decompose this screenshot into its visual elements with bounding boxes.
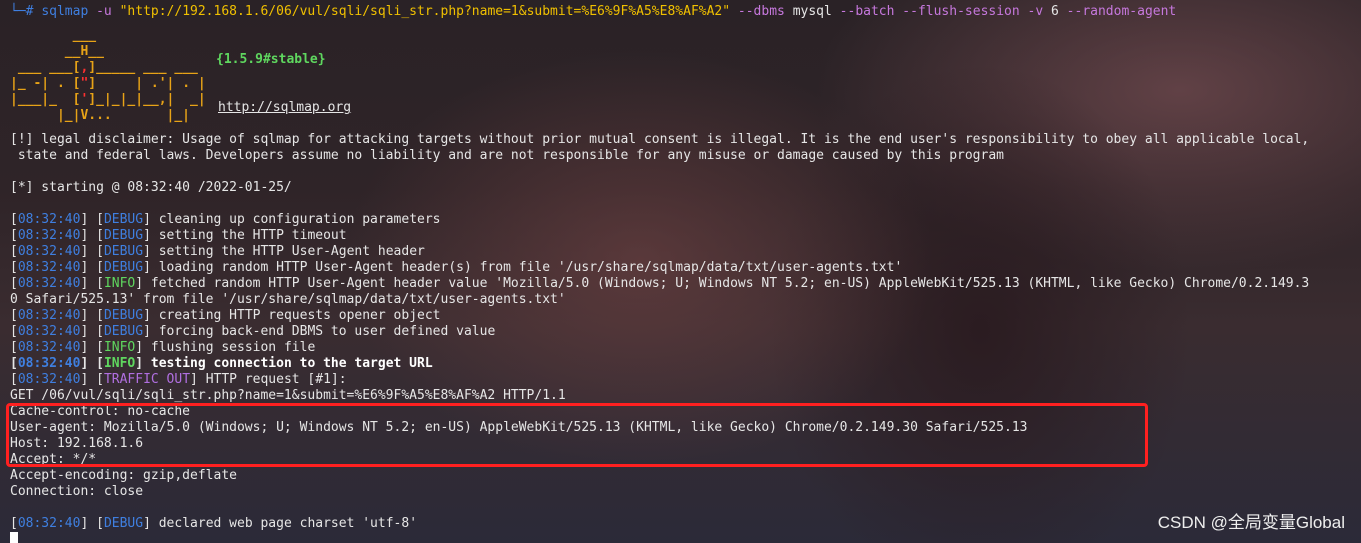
header-connection: Connection: close [10,484,144,499]
log-line: [08:32:40] [DEBUG] setting the HTTP time… [10,228,347,243]
command-flag-flush: --flush-session [902,4,1020,19]
log-line-bold: [08:32:40] [INFO] testing connection to … [10,356,433,371]
command-v-level: 6 [1051,4,1059,19]
log-line: [08:32:40] [DEBUG] setting the HTTP User… [10,244,425,259]
command-url: "http://192.168.1.6/06/vul/sqli/sqli_str… [119,4,731,19]
log-line-continuation: 0 Safari/525.13' from file '/usr/share/s… [10,292,566,307]
log-line: [08:32:40] [DEBUG] forcing back-end DBMS… [10,324,496,339]
log-line: [08:32:40] [INFO] fetched random HTTP Us… [10,276,1310,291]
log-line: [08:32:40] [TRAFFIC OUT] HTTP request [#… [10,372,347,387]
sqlmap-version: {1.5.9#stable} [216,52,326,67]
sqlmap-site-link[interactable]: http://sqlmap.org [218,100,351,116]
command-flag-batch: --batch [839,4,895,19]
header-accept-encoding: Accept-encoding: gzip,deflate [10,468,237,483]
command-flag-dbms: --dbms [737,4,785,19]
command-line: └─# sqlmap -u "http://192.168.1.6/06/vul… [10,4,1176,20]
log-line: [08:32:40] [DEBUG] loading random HTTP U… [10,260,903,275]
log-line: [08:32:40] [DEBUG] cleaning up configura… [10,212,441,227]
disclaimer-line-1: [!] legal disclaimer: Usage of sqlmap fo… [10,132,1310,147]
command-dbms: mysql [792,4,832,19]
sqlmap-logo: ___ __H__ ___ ___[,]_____ ___ ___ |_ -| … [10,28,206,123]
disclaimer-line-2: state and federal laws. Developers assum… [10,148,1004,163]
log-line: [08:32:40] [INFO] flushing session file [10,340,316,355]
command-flag-u: -u [96,4,112,19]
log-line: [08:32:40] [DEBUG] declared web page cha… [10,516,418,531]
prompt-symbol: └─# [10,4,42,19]
highlight-box [6,403,1148,467]
csdn-watermark: CSDN @全局变量Global [1157,513,1345,532]
log-line: [08:32:40] [DEBUG] creating HTTP request… [10,308,441,323]
starting-line: [*] starting @ 08:32:40 /2022-01-25/ [10,180,292,195]
command-binary: sqlmap [41,4,89,19]
request-line: GET /06/vul/sqli/sqli_str.php?name=1&sub… [10,388,566,403]
command-flag-v: -v [1027,4,1044,19]
terminal-cursor [10,532,18,543]
command-flag-agent: --random-agent [1066,4,1177,19]
